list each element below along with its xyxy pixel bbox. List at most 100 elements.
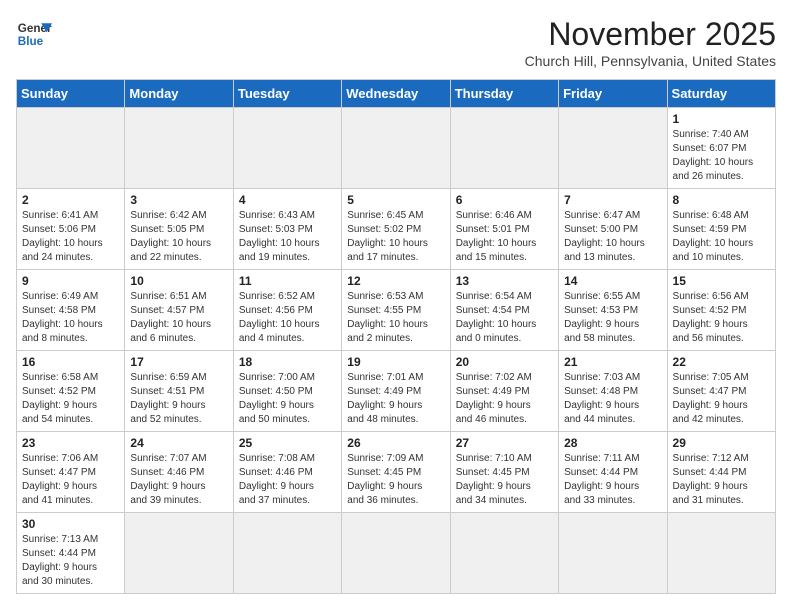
- day-number: 21: [564, 355, 661, 369]
- day-info: Sunrise: 7:06 AM Sunset: 4:47 PM Dayligh…: [22, 452, 119, 508]
- header: General Blue November 2025 Church Hill, …: [16, 16, 776, 69]
- calendar-day-cell: 26 Sunrise: 7:09 AM Sunset: 4:45 PM Dayli…: [342, 432, 450, 513]
- day-number: 6: [456, 193, 553, 207]
- calendar-day-cell: [125, 108, 233, 189]
- calendar-day-cell: 16 Sunrise: 6:58 AM Sunset: 4:52 PM Dayli…: [17, 351, 125, 432]
- day-info: Sunrise: 7:00 AM Sunset: 4:50 PM Dayligh…: [239, 371, 336, 427]
- calendar-day-cell: 12Sunrise: 6:53 AM Sunset: 4:55 PM Dayli…: [342, 270, 450, 351]
- day-number: 1: [673, 112, 770, 126]
- calendar-day-cell: [342, 513, 450, 594]
- calendar-day-cell: 10Sunrise: 6:51 AM Sunset: 4:57 PM Dayli…: [125, 270, 233, 351]
- day-info: Sunrise: 7:11 AM Sunset: 4:44 PM Dayligh…: [564, 452, 661, 508]
- calendar-day-cell: 8 Sunrise: 6:48 AM Sunset: 4:59 PM Daylig…: [667, 189, 775, 270]
- day-info: Sunrise: 7:03 AM Sunset: 4:48 PM Dayligh…: [564, 371, 661, 427]
- calendar-day-cell: 28 Sunrise: 7:11 AM Sunset: 4:44 PM Dayli…: [559, 432, 667, 513]
- calendar-week-row: 23 Sunrise: 7:06 AM Sunset: 4:47 PM Dayli…: [17, 432, 776, 513]
- calendar-day-cell: [233, 513, 341, 594]
- day-number: 9: [22, 274, 119, 288]
- weekday-header-cell: Sunday: [17, 80, 125, 108]
- day-info: Sunrise: 7:13 AM Sunset: 4:44 PM Dayligh…: [22, 533, 119, 589]
- calendar-day-cell: 3 Sunrise: 6:42 AM Sunset: 5:05 PM Daylig…: [125, 189, 233, 270]
- calendar-day-cell: 6 Sunrise: 6:46 AM Sunset: 5:01 PM Daylig…: [450, 189, 558, 270]
- calendar-day-cell: [450, 108, 558, 189]
- day-number: 30: [22, 517, 119, 531]
- day-number: 24: [130, 436, 227, 450]
- calendar-week-row: 2Sunrise: 6:41 AM Sunset: 5:06 PM Daylig…: [17, 189, 776, 270]
- logo: General Blue: [16, 16, 52, 52]
- day-info: Sunrise: 7:07 AM Sunset: 4:46 PM Dayligh…: [130, 452, 227, 508]
- day-info: Sunrise: 7:02 AM Sunset: 4:49 PM Dayligh…: [456, 371, 553, 427]
- calendar-week-row: 30 Sunrise: 7:13 AM Sunset: 4:44 PM Dayli…: [17, 513, 776, 594]
- day-info: Sunrise: 6:53 AM Sunset: 4:55 PM Dayligh…: [347, 290, 444, 346]
- calendar-day-cell: 5 Sunrise: 6:45 AM Sunset: 5:02 PM Daylig…: [342, 189, 450, 270]
- calendar-day-cell: 29 Sunrise: 7:12 AM Sunset: 4:44 PM Dayli…: [667, 432, 775, 513]
- day-number: 20: [456, 355, 553, 369]
- day-number: 19: [347, 355, 444, 369]
- weekday-header-cell: Wednesday: [342, 80, 450, 108]
- day-info: Sunrise: 7:40 AM Sunset: 6:07 PM Dayligh…: [673, 128, 770, 184]
- day-info: Sunrise: 6:42 AM Sunset: 5:05 PM Dayligh…: [130, 209, 227, 265]
- day-info: Sunrise: 7:12 AM Sunset: 4:44 PM Dayligh…: [673, 452, 770, 508]
- day-number: 3: [130, 193, 227, 207]
- day-number: 26: [347, 436, 444, 450]
- day-info: Sunrise: 6:55 AM Sunset: 4:53 PM Dayligh…: [564, 290, 661, 346]
- day-info: Sunrise: 6:48 AM Sunset: 4:59 PM Dayligh…: [673, 209, 770, 265]
- calendar-day-cell: 30 Sunrise: 7:13 AM Sunset: 4:44 PM Dayli…: [17, 513, 125, 594]
- calendar-day-cell: 21 Sunrise: 7:03 AM Sunset: 4:48 PM Dayli…: [559, 351, 667, 432]
- calendar-day-cell: 19 Sunrise: 7:01 AM Sunset: 4:49 PM Dayli…: [342, 351, 450, 432]
- calendar-day-cell: 9Sunrise: 6:49 AM Sunset: 4:58 PM Daylig…: [17, 270, 125, 351]
- calendar-day-cell: 1 Sunrise: 7:40 AM Sunset: 6:07 PM Daylig…: [667, 108, 775, 189]
- day-number: 14: [564, 274, 661, 288]
- calendar-week-row: 16 Sunrise: 6:58 AM Sunset: 4:52 PM Dayli…: [17, 351, 776, 432]
- day-info: Sunrise: 7:01 AM Sunset: 4:49 PM Dayligh…: [347, 371, 444, 427]
- calendar-day-cell: 25Sunrise: 7:08 AM Sunset: 4:46 PM Dayli…: [233, 432, 341, 513]
- day-number: 2: [22, 193, 119, 207]
- day-info: Sunrise: 7:09 AM Sunset: 4:45 PM Dayligh…: [347, 452, 444, 508]
- calendar-day-cell: [450, 513, 558, 594]
- calendar-day-cell: 20 Sunrise: 7:02 AM Sunset: 4:49 PM Dayli…: [450, 351, 558, 432]
- day-info: Sunrise: 6:47 AM Sunset: 5:00 PM Dayligh…: [564, 209, 661, 265]
- day-info: Sunrise: 6:52 AM Sunset: 4:56 PM Dayligh…: [239, 290, 336, 346]
- calendar-day-cell: [559, 108, 667, 189]
- calendar-day-cell: 4Sunrise: 6:43 AM Sunset: 5:03 PM Daylig…: [233, 189, 341, 270]
- calendar-title: November 2025: [525, 16, 776, 53]
- calendar-subtitle: Church Hill, Pennsylvania, United States: [525, 53, 776, 69]
- day-info: Sunrise: 6:58 AM Sunset: 4:52 PM Dayligh…: [22, 371, 119, 427]
- day-number: 29: [673, 436, 770, 450]
- day-info: Sunrise: 7:05 AM Sunset: 4:47 PM Dayligh…: [673, 371, 770, 427]
- day-number: 28: [564, 436, 661, 450]
- weekday-header-cell: Saturday: [667, 80, 775, 108]
- day-number: 7: [564, 193, 661, 207]
- day-info: Sunrise: 6:46 AM Sunset: 5:01 PM Dayligh…: [456, 209, 553, 265]
- calendar-day-cell: 11Sunrise: 6:52 AM Sunset: 4:56 PM Dayli…: [233, 270, 341, 351]
- day-number: 16: [22, 355, 119, 369]
- weekday-header-cell: Tuesday: [233, 80, 341, 108]
- calendar-day-cell: 15Sunrise: 6:56 AM Sunset: 4:52 PM Dayli…: [667, 270, 775, 351]
- calendar-day-cell: 27Sunrise: 7:10 AM Sunset: 4:45 PM Dayli…: [450, 432, 558, 513]
- calendar-day-cell: [342, 108, 450, 189]
- calendar-table: SundayMondayTuesdayWednesdayThursdayFrid…: [16, 79, 776, 594]
- calendar-day-cell: [17, 108, 125, 189]
- day-info: Sunrise: 6:54 AM Sunset: 4:54 PM Dayligh…: [456, 290, 553, 346]
- weekday-header-cell: Friday: [559, 80, 667, 108]
- calendar-day-cell: [233, 108, 341, 189]
- day-number: 13: [456, 274, 553, 288]
- day-info: Sunrise: 6:51 AM Sunset: 4:57 PM Dayligh…: [130, 290, 227, 346]
- day-info: Sunrise: 7:10 AM Sunset: 4:45 PM Dayligh…: [456, 452, 553, 508]
- calendar-day-cell: 22Sunrise: 7:05 AM Sunset: 4:47 PM Dayli…: [667, 351, 775, 432]
- day-info: Sunrise: 6:59 AM Sunset: 4:51 PM Dayligh…: [130, 371, 227, 427]
- logo-icon: General Blue: [16, 16, 52, 52]
- weekday-header-row: SundayMondayTuesdayWednesdayThursdayFrid…: [17, 80, 776, 108]
- calendar-body: 1 Sunrise: 7:40 AM Sunset: 6:07 PM Daylig…: [17, 108, 776, 594]
- title-block: November 2025 Church Hill, Pennsylvania,…: [525, 16, 776, 69]
- day-number: 18: [239, 355, 336, 369]
- calendar-day-cell: 23 Sunrise: 7:06 AM Sunset: 4:47 PM Dayli…: [17, 432, 125, 513]
- day-number: 23: [22, 436, 119, 450]
- day-number: 8: [673, 193, 770, 207]
- calendar-day-cell: [667, 513, 775, 594]
- day-info: Sunrise: 7:08 AM Sunset: 4:46 PM Dayligh…: [239, 452, 336, 508]
- day-info: Sunrise: 6:45 AM Sunset: 5:02 PM Dayligh…: [347, 209, 444, 265]
- calendar-day-cell: 17Sunrise: 6:59 AM Sunset: 4:51 PM Dayli…: [125, 351, 233, 432]
- svg-text:Blue: Blue: [18, 35, 44, 48]
- day-number: 5: [347, 193, 444, 207]
